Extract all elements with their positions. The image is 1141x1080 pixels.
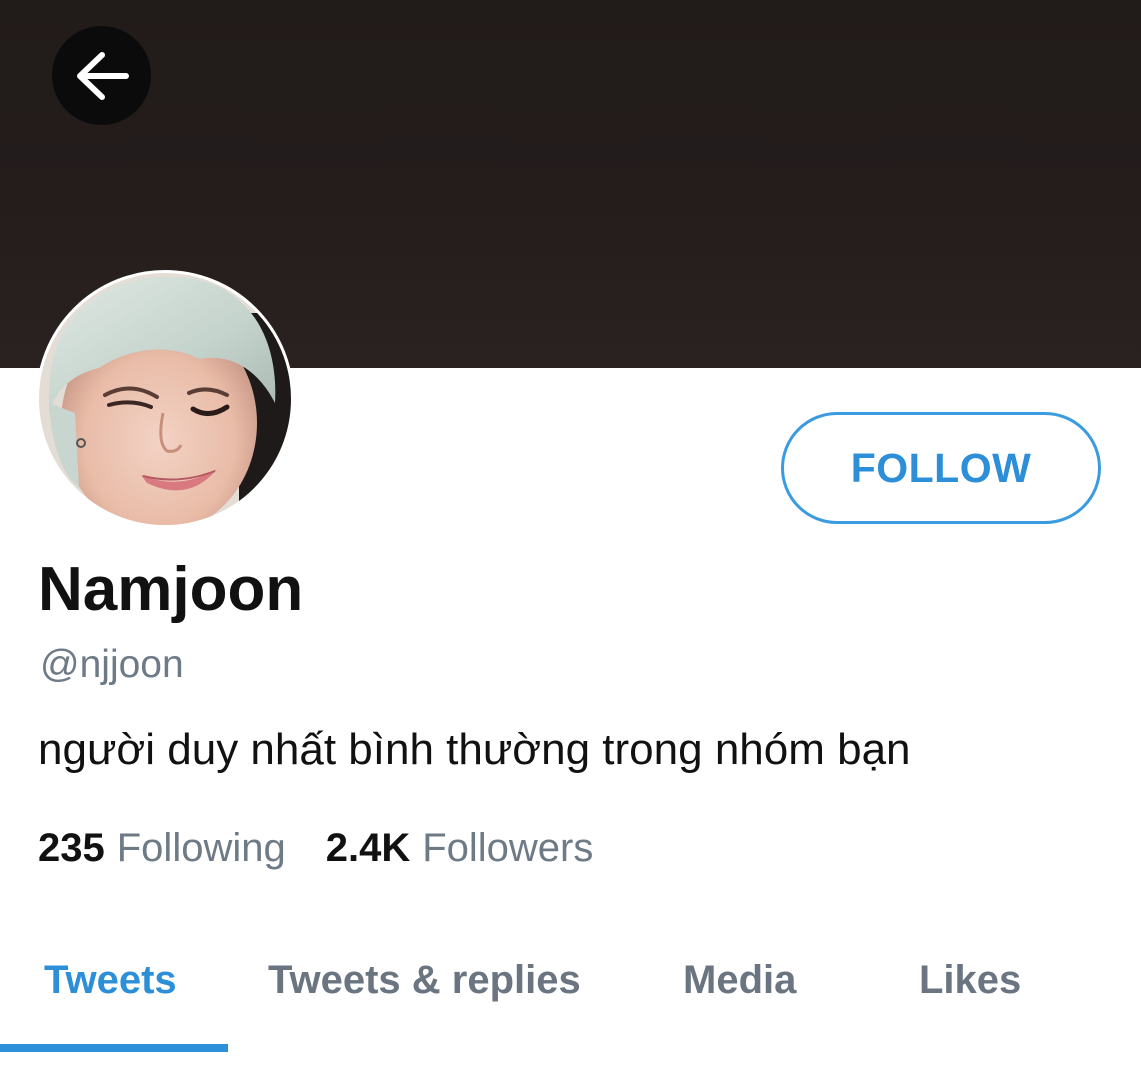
user-handle: @njjoon	[40, 643, 184, 686]
tab-likes[interactable]: Likes	[919, 954, 1021, 1006]
arrow-left-icon	[76, 51, 129, 100]
followers-stat[interactable]: 2.4K Followers	[326, 822, 594, 874]
following-stat[interactable]: 235 Following	[38, 822, 286, 874]
tab-tweets[interactable]: Tweets	[44, 954, 177, 1006]
profile-tabs: Tweets Tweets & replies Media Likes	[0, 940, 1141, 1080]
following-count: 235	[38, 826, 105, 870]
profile-stats: 235 Following 2.4K Followers	[38, 822, 593, 874]
active-tab-indicator	[0, 1044, 228, 1052]
followers-label: Followers	[422, 826, 594, 870]
profile-bio: người duy nhất bình thường trong nhóm bạ…	[38, 725, 911, 774]
followers-count: 2.4K	[325, 826, 411, 870]
avatar-photo	[39, 273, 291, 525]
display-name: Namjoon	[38, 555, 304, 624]
tab-tweets-replies[interactable]: Tweets & replies	[268, 954, 581, 1006]
back-button[interactable]	[52, 26, 151, 125]
following-label: Following	[116, 826, 286, 870]
avatar[interactable]	[36, 270, 294, 528]
tab-media[interactable]: Media	[683, 954, 796, 1006]
follow-button[interactable]: FOLLOW	[781, 412, 1101, 524]
